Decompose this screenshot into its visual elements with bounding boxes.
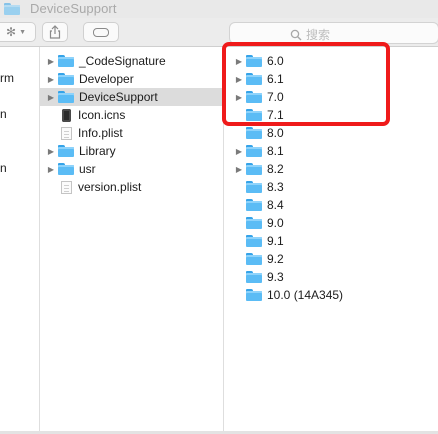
search-field[interactable]: 搜索 (229, 22, 438, 44)
list-item-9-3[interactable]: ▶ 9.3 (224, 268, 438, 286)
folder-icon (246, 235, 262, 247)
icns-file-icon (62, 108, 71, 122)
list-item-7-1[interactable]: ▶ 7.1 (224, 106, 438, 124)
folder-icon (246, 289, 262, 301)
toolbar: ✻ ▼ 搜索 (0, 18, 438, 47)
folder-icon (246, 55, 262, 67)
folder-icon (246, 199, 262, 211)
folder-icon (246, 253, 262, 265)
share-icon (49, 25, 61, 39)
window-title-text: DeviceSupport (30, 1, 117, 16)
window-title: DeviceSupport (4, 1, 117, 16)
folder-icon (246, 109, 262, 121)
gear-icon: ✻ (6, 25, 17, 39)
list-item-9-2[interactable]: ▶ 9.2 (224, 250, 438, 268)
tag-icon (93, 27, 109, 37)
list-item-library[interactable]: ▶ Library (40, 142, 223, 160)
folder-icon (246, 163, 262, 175)
folder-icon (58, 163, 74, 175)
list-item-6-1[interactable]: ▶ 6.1 (224, 70, 438, 88)
list-item-8-1[interactable]: ▶ 8.1 (224, 142, 438, 160)
list-item-9-0[interactable]: ▶ 9.0 (224, 214, 438, 232)
disclosure-triangle-icon[interactable]: ▶ (232, 57, 246, 66)
column-2[interactable]: ▶ 6.0 ▶ 6.1 ▶ 7.0 ▶ 7.1 ▶ 8.0 ▶ 8.1 ▶ 8.… (224, 47, 438, 434)
disclosure-triangle-icon[interactable]: ▶ (232, 147, 246, 156)
disclosure-triangle-icon[interactable]: ▶ (232, 93, 246, 102)
list-item-icon-icns[interactable]: ▶ Icon.icns (40, 106, 223, 124)
folder-icon (246, 217, 262, 229)
search-icon (290, 29, 302, 40)
folder-icon (4, 2, 20, 15)
list-item-8-0[interactable]: ▶ 8.0 (224, 124, 438, 142)
share-button[interactable] (42, 22, 68, 42)
folder-icon (246, 73, 262, 85)
list-item-devicesupport[interactable]: ▶ DeviceSupport (40, 88, 223, 106)
column-0[interactable]: rm n n (0, 47, 39, 434)
disclosure-triangle-icon[interactable]: ▶ (44, 165, 58, 174)
list-item-9-1[interactable]: ▶ 9.1 (224, 232, 438, 250)
document-icon (61, 126, 72, 140)
list-item-8-3[interactable]: ▶ 8.3 (224, 178, 438, 196)
folder-icon (58, 145, 74, 157)
search-placeholder: 搜索 (306, 28, 331, 42)
folder-icon (246, 271, 262, 283)
folder-icon (246, 145, 262, 157)
folder-icon (246, 127, 262, 139)
disclosure-triangle-icon[interactable]: ▶ (44, 147, 58, 156)
title-bar: DeviceSupport (0, 0, 438, 18)
column-1[interactable]: ▶ _CodeSignature ▶ Developer ▶ DeviceSup… (40, 47, 223, 434)
list-item-usr[interactable]: ▶ usr (40, 160, 223, 178)
folder-icon (58, 91, 74, 103)
chevron-down-icon: ▼ (19, 28, 26, 36)
list-item-7-0[interactable]: ▶ 7.0 (224, 88, 438, 106)
disclosure-triangle-icon[interactable]: ▶ (44, 75, 58, 84)
list-item-info-plist[interactable]: ▶ Info.plist (40, 124, 223, 142)
list-item[interactable]: n (0, 159, 39, 177)
list-item-8-4[interactable]: ▶ 8.4 (224, 196, 438, 214)
action-button[interactable]: ✻ ▼ (0, 22, 36, 42)
list-item-codesignature[interactable]: ▶ _CodeSignature (40, 52, 223, 70)
list-item-version-plist[interactable]: ▶ version.plist (40, 178, 223, 196)
document-icon (61, 180, 72, 194)
folder-icon (58, 55, 74, 67)
disclosure-triangle-icon[interactable]: ▶ (44, 93, 58, 102)
disclosure-triangle-icon[interactable]: ▶ (232, 75, 246, 84)
list-item-developer[interactable]: ▶ Developer (40, 70, 223, 88)
disclosure-triangle-icon[interactable]: ▶ (44, 57, 58, 66)
folder-icon (246, 181, 262, 193)
disclosure-triangle-icon[interactable]: ▶ (232, 165, 246, 174)
list-item-8-2[interactable]: ▶ 8.2 (224, 160, 438, 178)
tags-button[interactable] (83, 22, 119, 42)
folder-icon (58, 73, 74, 85)
list-item-10-0[interactable]: ▶ 10.0 (14A345) (224, 286, 438, 304)
list-item[interactable]: n (0, 105, 39, 123)
list-item[interactable]: rm (0, 69, 39, 87)
folder-icon (246, 91, 262, 103)
list-item-6-0[interactable]: ▶ 6.0 (224, 52, 438, 70)
